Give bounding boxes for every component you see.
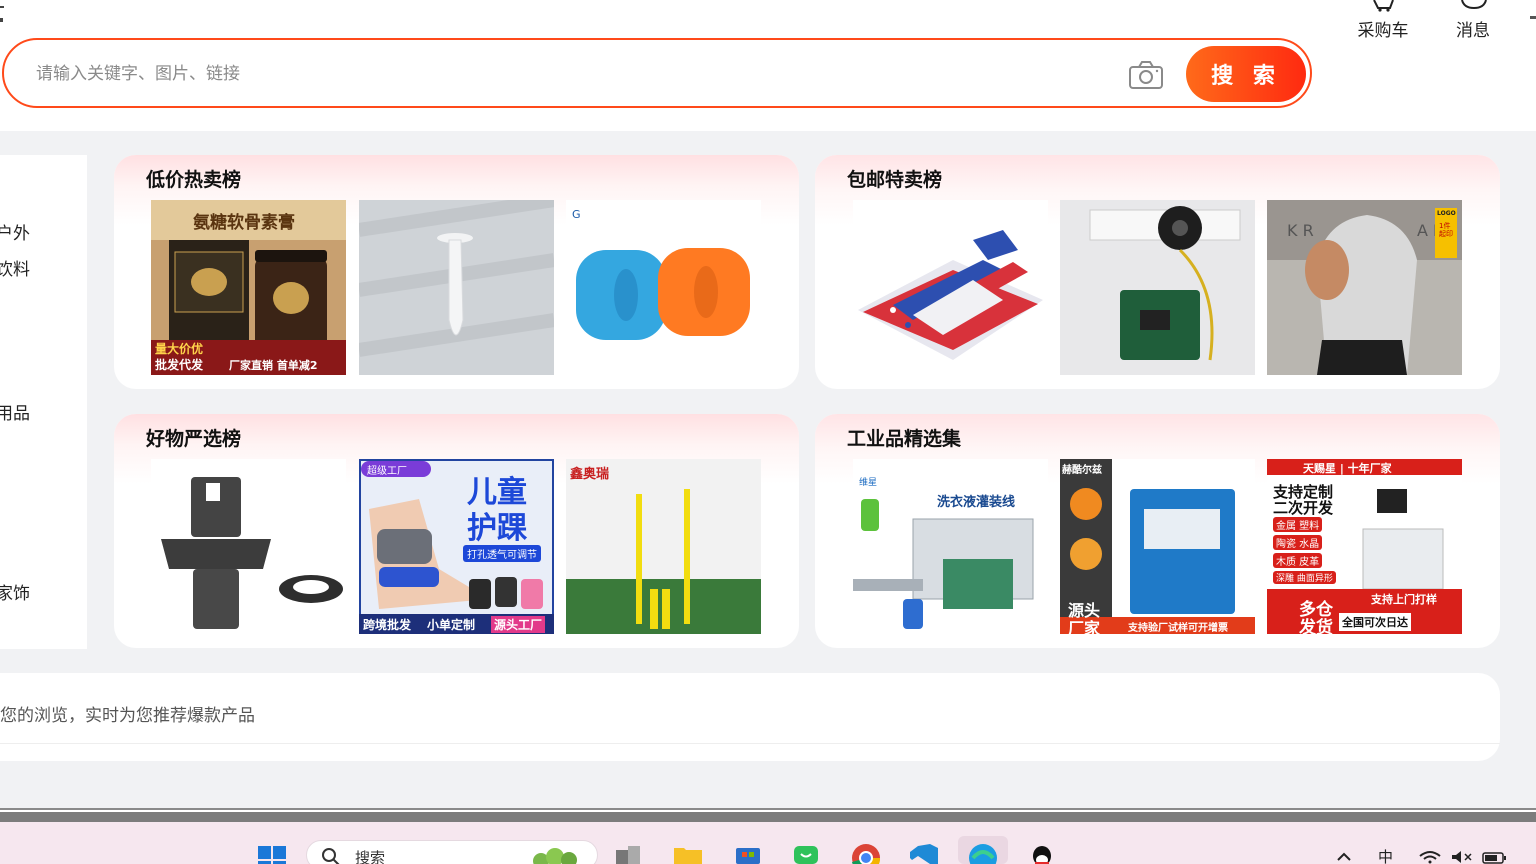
product-overlay-text: 全国可次日达: [1339, 613, 1411, 631]
window-edge: [0, 812, 1536, 822]
product-overlay-text: 1件起印: [1439, 222, 1453, 238]
cart-icon: [1373, 0, 1394, 12]
product-overlay-text: 批发代发: [155, 358, 204, 372]
vscode-icon[interactable]: [908, 842, 940, 864]
product-overlay-text: 鑫奥瑞: [570, 467, 610, 482]
product-overlay-text: 打孔透气可调节: [463, 545, 541, 562]
product-overlay-text: 支持上门打样: [1371, 593, 1437, 606]
product-overlay-text: 木质 皮革: [1273, 553, 1323, 568]
product-overlay-text: 厂家: [1068, 619, 1101, 634]
product-image[interactable]: 洗衣液灌装线 维星: [853, 459, 1048, 634]
chrome-icon[interactable]: [850, 842, 882, 864]
product-overlay-text: 厂家直销 首单减2: [229, 359, 318, 372]
store-icon[interactable]: [732, 842, 764, 864]
product-image[interactable]: G: [566, 200, 761, 375]
product-image[interactable]: K R A R LOGO 1件起印: [1267, 200, 1462, 375]
yellow-posts-image: [566, 459, 761, 634]
product-overlay-text: 护踝: [467, 511, 527, 546]
card-title[interactable]: 包邮特卖榜: [847, 165, 942, 192]
chevron-up-icon[interactable]: [1336, 852, 1352, 862]
volume-muted-icon[interactable]: [1450, 850, 1474, 864]
product-image[interactable]: [1060, 200, 1255, 375]
product-overlay-text: 源头工厂: [491, 616, 546, 633]
product-overlay-text: 赫酷尔兹: [1062, 465, 1102, 476]
qq-icon[interactable]: [1026, 842, 1058, 864]
ranking-card: 好物严选榜 超级工厂 儿童 护踝 打孔透气可调节 跨境批发 小单定制 源头工厂 …: [114, 414, 799, 648]
file-explorer-icon[interactable]: [672, 842, 704, 864]
taskbar-search-label: 搜索: [355, 849, 386, 864]
product-overlay-text: 支持验厂试样可开增票: [1128, 623, 1228, 634]
header-fragment: [0, 6, 4, 8]
cart-label: 采购车: [1357, 21, 1409, 41]
category-item[interactable]: 用品: [0, 399, 30, 424]
cart-button[interactable]: 采购车: [1352, 0, 1414, 41]
circuit-board-speaker-image: [1060, 200, 1255, 375]
product-overlay-text: 发货: [1299, 618, 1333, 634]
product-image[interactable]: 超级工厂 儿童 护踝 打孔透气可调节 跨境批发 小单定制 源头工厂: [359, 459, 554, 634]
product-overlay-text: 量大价优: [155, 342, 204, 356]
product-image[interactable]: 赫酷尔兹 源头 厂家 支持验厂试样可开增票: [1060, 459, 1255, 634]
wechat-icon[interactable]: [790, 842, 822, 864]
product-image[interactable]: 天赐星 | 十年厂家 支持定制 二次开发 金属 塑料 陶瓷 水晶 木质 皮革 深…: [1267, 459, 1462, 634]
svg-text:K R: K R: [1287, 221, 1314, 240]
search-button[interactable]: 搜 索: [1186, 46, 1306, 102]
battery-icon[interactable]: [1482, 852, 1508, 864]
category-panel: 户外 饮料 用品 家饰: [0, 155, 87, 649]
category-item[interactable]: 家饰: [0, 579, 30, 604]
product-overlay-text: 洗衣液灌装线: [937, 495, 1016, 510]
product-overlay-text: 二次开发: [1273, 499, 1334, 517]
product-overlay-text: 陶瓷 水晶: [1273, 535, 1323, 550]
product-image[interactable]: 氨糖软骨素膏 量大价优 批发代发 厂家直销 首单减2: [151, 200, 346, 375]
product-overlay-text: 天赐星 | 十年厂家: [1303, 462, 1392, 475]
search-box: 搜 索: [2, 38, 1312, 108]
task-view-icon[interactable]: [612, 842, 644, 864]
svg-text:G: G: [572, 208, 581, 221]
header: 搜 索 采购车 消息: [0, 0, 1536, 131]
message-button[interactable]: 消息: [1450, 0, 1496, 41]
taskbar-search[interactable]: 搜索: [306, 840, 598, 864]
recommend-text: 您的浏览，实时为您推荐爆款产品: [0, 706, 255, 726]
ranking-card: 低价热卖榜 氨糖软骨素膏 量大价优 批发代发 厂家直销 首单减2 G: [114, 155, 799, 389]
product-overlay-text: 深雕 曲面异形: [1273, 571, 1336, 584]
header-fragment: [0, 18, 3, 22]
product-overlay-text: 小单定制: [427, 618, 476, 632]
product-overlay-text: 超级工厂: [367, 466, 407, 477]
divider: [0, 743, 1500, 744]
message-icon: [1461, 0, 1487, 10]
plastic-cone-image: [359, 200, 554, 375]
camera-icon[interactable]: [1128, 60, 1164, 90]
product-image[interactable]: [853, 200, 1048, 375]
ranking-card: 工业品精选集 洗衣液灌装线 维星 赫酷尔兹 源头 厂家 支持验厂试样可开增票 天…: [815, 414, 1500, 648]
filling-line-machine-image: [853, 459, 1048, 634]
product-overlay-text: 金属 塑料: [1273, 517, 1323, 532]
decorative-search-highlight-icon: [533, 848, 577, 864]
playground-slide-image: [853, 200, 1048, 375]
recommend-bar: 您的浏览，实时为您推荐爆款产品: [0, 673, 1500, 761]
swim-armband-image: G: [566, 200, 761, 375]
card-title[interactable]: 好物严选榜: [146, 424, 241, 451]
product-overlay-text: 氨糖软骨素膏: [193, 213, 295, 233]
product-image[interactable]: [359, 200, 554, 375]
product-overlay-text: 维星: [859, 478, 878, 488]
card-title[interactable]: 工业品精选集: [847, 424, 961, 451]
edge-icon[interactable]: [967, 842, 999, 864]
product-image[interactable]: 鑫奥瑞: [566, 459, 761, 634]
wifi-icon[interactable]: [1418, 850, 1442, 864]
search-icon: [322, 848, 340, 864]
ime-indicator[interactable]: 中: [1378, 846, 1393, 864]
search-input[interactable]: [36, 60, 1096, 88]
windows-start-icon[interactable]: [256, 842, 288, 864]
header-fragment: [1530, 16, 1536, 19]
category-item[interactable]: 户外: [0, 219, 30, 244]
message-label: 消息: [1456, 21, 1490, 41]
card-title[interactable]: 低价热卖榜: [146, 165, 241, 192]
tank-top-shirt-image: K R A R: [1267, 200, 1462, 375]
ranking-card: 包邮特卖榜 K R A R LOGO 1件起印: [815, 155, 1500, 389]
plastic-valve-part-image: [151, 459, 346, 634]
product-overlay-text: LOGO: [1437, 210, 1456, 217]
taskbar: 搜索 中: [0, 822, 1536, 864]
category-item[interactable]: 饮料: [0, 255, 30, 280]
product-image[interactable]: [151, 459, 346, 634]
product-overlay-text: 跨境批发: [363, 618, 412, 632]
